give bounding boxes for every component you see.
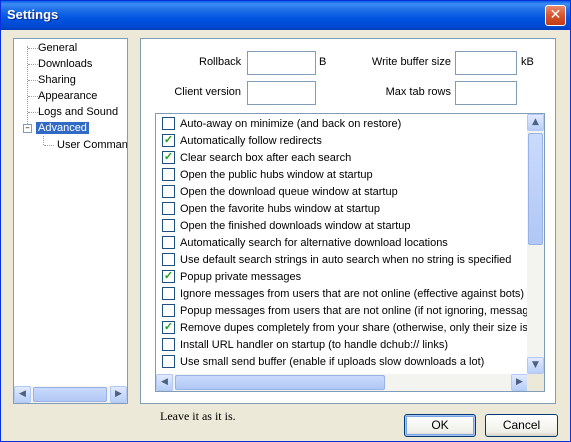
advanced-settings-panel: Rollback B Write buffer size kB Client v… <box>140 38 556 404</box>
tree-scroll-thumb[interactable] <box>33 387 107 402</box>
option-checkbox[interactable] <box>162 337 175 351</box>
arrow-left-icon[interactable]: ◀ <box>156 374 173 391</box>
rollback-label: Rollback <box>199 56 242 68</box>
option-label: Popup messages from users that are not o… <box>180 305 528 317</box>
option-checkbox[interactable] <box>162 167 175 181</box>
minus-icon[interactable]: – <box>23 124 32 133</box>
close-icon[interactable]: ✕ <box>545 5 566 26</box>
options-list-viewport: Auto-away on minimize (and back on resto… <box>156 114 528 374</box>
arrow-up-icon[interactable]: ▲ <box>527 114 544 131</box>
option-checkbox[interactable]: ✓ <box>162 150 175 164</box>
status-text: Leave it as it is. <box>160 409 236 423</box>
client-version-label: Client version <box>174 86 241 98</box>
options-hscroll-thumb[interactable] <box>175 375 385 390</box>
arrow-right-icon[interactable]: ▶ <box>511 374 528 391</box>
option-label: Popup private messages <box>180 271 302 283</box>
option-row[interactable]: Ignore messages from users that are not … <box>162 286 525 304</box>
tree-item-logs-and-sound[interactable]: Logs and Sound <box>38 105 118 120</box>
option-label: Open the finished downloads window at st… <box>180 220 411 232</box>
window-title: Settings <box>7 7 59 22</box>
settings-tree: General Downloads Sharing Appearance Log… <box>13 38 128 404</box>
tree-item-user-commands[interactable]: User Commands <box>57 138 127 153</box>
option-label: Open the public hubs window at startup <box>180 169 373 181</box>
option-row[interactable]: Open the finished downloads window at st… <box>162 218 411 236</box>
option-row[interactable]: Open the download queue window at startu… <box>162 184 398 202</box>
option-checkbox[interactable] <box>162 354 175 368</box>
tree-item-downloads[interactable]: Downloads <box>38 57 92 72</box>
tree-line <box>43 136 44 145</box>
option-row[interactable]: ✓ Automatically follow redirects <box>162 133 322 151</box>
option-checkbox[interactable] <box>162 303 175 317</box>
options-horizontal-scrollbar[interactable]: ◀ ▶ <box>156 374 528 391</box>
option-row[interactable]: Install URL handler on startup (to handl… <box>162 337 449 355</box>
option-label: Install URL handler on startup (to handl… <box>180 339 449 351</box>
option-checkbox[interactable] <box>162 116 175 130</box>
option-label: Auto-away on minimize (and back on resto… <box>180 118 402 130</box>
option-row[interactable]: Popup messages from users that are not o… <box>162 303 528 321</box>
tree-line <box>27 46 28 128</box>
tree-line <box>28 80 38 81</box>
tree-item-advanced[interactable]: Advanced <box>36 121 89 136</box>
tree-item-sharing[interactable]: Sharing <box>38 73 76 88</box>
tree-line <box>28 96 38 97</box>
option-label: Remove dupes completely from your share … <box>180 322 528 334</box>
option-checkbox[interactable]: ✓ <box>162 133 175 147</box>
client-version-input[interactable] <box>247 81 316 105</box>
tree-item-general[interactable]: General <box>38 41 77 56</box>
option-label: Open the download queue window at startu… <box>180 186 398 198</box>
options-list[interactable]: Auto-away on minimize (and back on resto… <box>155 113 545 392</box>
option-label: Use default search strings in auto searc… <box>180 254 512 266</box>
option-checkbox[interactable] <box>162 201 175 215</box>
option-row[interactable]: Use small send buffer (enable if uploads… <box>162 354 485 372</box>
option-row[interactable]: ✓ Clear search box after each search <box>162 150 352 168</box>
write-buffer-label: Write buffer size <box>371 56 451 68</box>
title-bar[interactable]: Settings ✕ <box>1 1 570 30</box>
option-label: Clear search box after each search <box>180 152 352 164</box>
tree-line <box>28 48 38 49</box>
cancel-button[interactable]: Cancel <box>485 414 558 437</box>
option-label: Use small send buffer (enable if uploads… <box>180 356 485 368</box>
arrow-down-icon[interactable]: ▼ <box>527 357 544 374</box>
option-checkbox[interactable] <box>162 286 175 300</box>
arrow-left-icon[interactable]: ◀ <box>14 386 31 403</box>
option-row[interactable]: ✓ Popup private messages <box>162 269 302 287</box>
option-label: Automatically follow redirects <box>180 135 322 147</box>
option-row[interactable]: Use default search strings in auto searc… <box>162 252 512 270</box>
settings-window: Settings ✕ General Downloads Sharing App… <box>0 0 571 442</box>
ok-button[interactable]: OK <box>404 414 476 437</box>
option-checkbox[interactable]: ✓ <box>162 320 175 334</box>
tree-line <box>28 64 38 65</box>
tree-line <box>28 112 38 113</box>
option-checkbox[interactable] <box>162 235 175 249</box>
option-row[interactable]: Automatically search for alternative dow… <box>162 235 448 253</box>
options-vscroll-thumb[interactable] <box>528 133 543 245</box>
option-checkbox[interactable] <box>162 184 175 198</box>
option-checkbox[interactable] <box>162 218 175 232</box>
option-row[interactable]: Open the favorite hubs window at startup <box>162 201 380 219</box>
max-tab-rows-label: Max tab rows <box>385 86 451 98</box>
option-label: Ignore messages from users that are not … <box>180 288 525 300</box>
option-label: Open the favorite hubs window at startup <box>180 203 380 215</box>
tree-item-appearance[interactable]: Appearance <box>38 89 97 104</box>
scrollbar-corner <box>527 374 544 391</box>
rollback-unit: B <box>319 56 327 68</box>
option-checkbox[interactable] <box>162 252 175 266</box>
tree-horizontal-scrollbar[interactable]: ◀ ▶ <box>14 386 127 403</box>
write-buffer-unit: kB <box>521 56 534 68</box>
tree-line <box>44 145 54 146</box>
option-row[interactable]: ✓ Remove dupes completely from your share… <box>162 320 528 338</box>
max-tab-rows-input[interactable] <box>455 81 517 105</box>
write-buffer-input[interactable] <box>455 51 517 75</box>
option-row[interactable]: Open the public hubs window at startup <box>162 167 373 185</box>
option-checkbox[interactable]: ✓ <box>162 269 175 283</box>
arrow-right-icon[interactable]: ▶ <box>110 386 127 403</box>
options-vertical-scrollbar[interactable]: ▲ ▼ <box>527 114 544 374</box>
rollback-input[interactable] <box>247 51 316 75</box>
option-row[interactable]: Auto-away on minimize (and back on resto… <box>162 116 402 134</box>
option-label: Automatically search for alternative dow… <box>180 237 448 249</box>
